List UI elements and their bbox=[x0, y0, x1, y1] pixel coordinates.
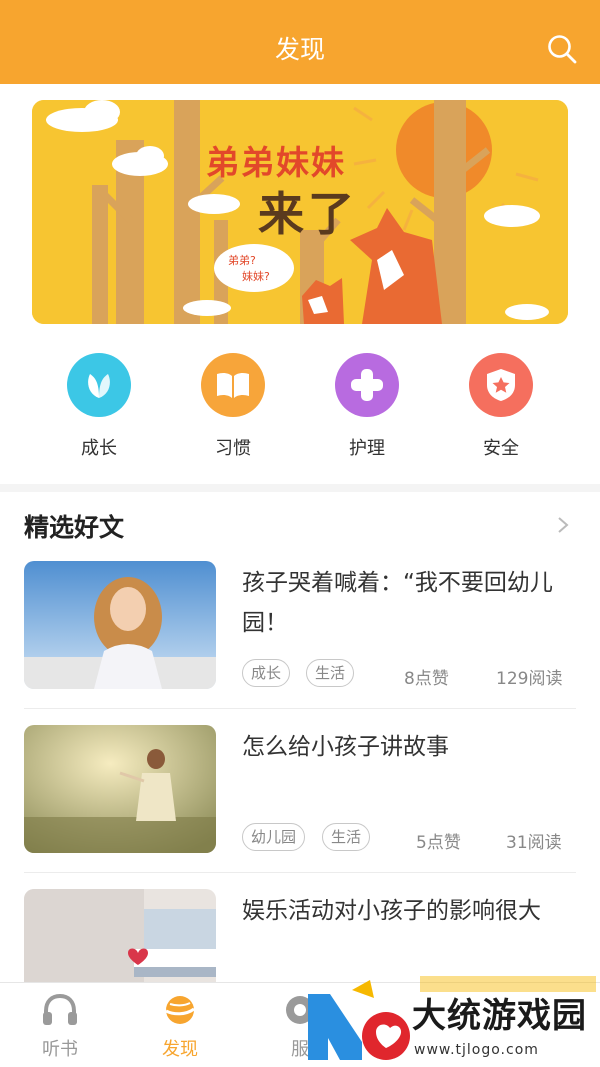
tab-label: 发现 bbox=[162, 1039, 198, 1060]
article-thumbnail bbox=[24, 561, 216, 689]
list-divider bbox=[24, 872, 576, 873]
shield-star-icon bbox=[469, 353, 533, 417]
section-title: 精选好文 bbox=[24, 513, 125, 542]
list-divider bbox=[24, 708, 576, 709]
article-tag[interactable]: 生活 bbox=[322, 823, 371, 851]
promo-banner[interactable]: 弟弟妹妹 来了 弟弟? 妹妹? bbox=[32, 100, 568, 324]
tab-discover[interactable]: 发现 bbox=[140, 993, 220, 1061]
article-title: 怎么给小孩子讲故事 bbox=[242, 734, 449, 760]
article-item[interactable]: 怎么给小孩子讲故事 幼儿园 生活 5点赞 31阅读 bbox=[24, 725, 576, 853]
leaf-icon bbox=[67, 353, 131, 417]
page-title: 发现 bbox=[274, 35, 325, 64]
category-label: 习惯 bbox=[215, 438, 251, 459]
article-tag[interactable]: 生活 bbox=[306, 659, 355, 687]
read-count: 129阅读 bbox=[496, 669, 563, 689]
watermark-url: www.tjlogo.com bbox=[414, 1042, 539, 1058]
category-care[interactable]: 护理 bbox=[322, 353, 412, 460]
category-growth[interactable]: 成长 bbox=[54, 353, 144, 460]
article-tag[interactable]: 成长 bbox=[242, 659, 291, 687]
article-title: 孩子哭着喊着：“我不要回幼儿园！ bbox=[242, 570, 553, 636]
article-title: 娱乐活动对小孩子的影响很大 bbox=[242, 898, 541, 924]
category-habits[interactable]: 习惯 bbox=[188, 353, 278, 460]
tab-listen[interactable]: 听书 bbox=[20, 993, 100, 1061]
banner-headline: 弟弟妹妹 bbox=[206, 143, 346, 182]
banner-cloud-text-2: 妹妹? bbox=[242, 270, 270, 283]
site-watermark: 大统游戏园 www.tjlogo.com bbox=[300, 972, 600, 1067]
like-count: 5点赞 bbox=[416, 833, 461, 853]
book-icon bbox=[201, 353, 265, 417]
like-count: 8点赞 bbox=[404, 669, 449, 689]
category-label: 安全 bbox=[483, 438, 519, 459]
article-item[interactable]: 孩子哭着喊着：“我不要回幼儿园！ 成长 生活 8点赞 129阅读 bbox=[24, 561, 576, 689]
planet-icon bbox=[165, 996, 195, 1024]
tab-label: 听书 bbox=[42, 1039, 78, 1060]
category-grid: 成长 习惯 护理 安全 bbox=[0, 353, 600, 463]
headphones-icon bbox=[43, 993, 77, 1025]
category-safety[interactable]: 安全 bbox=[456, 353, 546, 460]
banner-subheadline: 来了 bbox=[258, 187, 358, 241]
article-thumbnail bbox=[24, 725, 216, 853]
search-icon[interactable] bbox=[546, 33, 578, 65]
read-count: 31阅读 bbox=[506, 833, 562, 853]
banner-cloud-text-1: 弟弟? bbox=[228, 254, 256, 267]
article-tag[interactable]: 幼儿园 bbox=[242, 823, 306, 851]
watermark-name: 大统游戏园 bbox=[412, 996, 587, 1036]
category-label: 护理 bbox=[349, 438, 385, 459]
chevron-right-icon[interactable] bbox=[556, 514, 570, 536]
top-bar: 发现 bbox=[0, 0, 600, 84]
category-label: 成长 bbox=[81, 438, 117, 459]
section-separator bbox=[0, 484, 600, 492]
plus-icon bbox=[335, 353, 399, 417]
